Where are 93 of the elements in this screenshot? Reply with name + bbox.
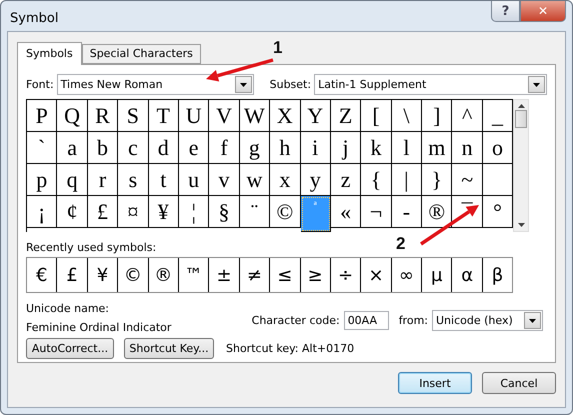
scroll-up-icon[interactable] [518,104,525,108]
recent-symbol[interactable]: β [482,258,512,292]
tab[interactable]: Symbols [17,42,82,65]
symbol-cell[interactable]: c [118,132,149,164]
symbol-cell[interactable]: § [209,196,240,228]
subset-label: Subset: [270,78,312,91]
symbol-cell[interactable]: U [178,100,210,132]
annotation-arrow [206,58,274,82]
symbol-cell[interactable]: ~ [452,164,483,196]
autocorrect-button[interactable]: AutoCorrect... [26,338,114,359]
symbol-cell[interactable]: m [422,132,452,164]
symbol-cell[interactable]: ¤ [118,196,149,228]
symbol-cell[interactable]: P [27,100,58,132]
from-label: from: [398,314,428,327]
symbol-cell[interactable]: Q [57,100,88,132]
symbol-cell[interactable]: ¡ [27,196,58,228]
symbol-cell[interactable]: k [361,132,392,164]
symbol-cell[interactable]: Y [300,100,331,132]
caret-icon [529,318,536,322]
symbol-cell[interactable]: d [148,132,179,164]
symbol-cell[interactable]: S [118,100,149,132]
symbol-cell[interactable]: w [240,164,270,196]
symbol-cell[interactable]: b [88,132,118,164]
symbol-cell[interactable]: a [57,132,88,164]
symbol-cell[interactable]: p [27,164,58,196]
symbol-cell[interactable]: V [209,100,240,132]
symbol-cell[interactable]: x [270,164,301,196]
scrollbar[interactable] [513,99,530,232]
symbol-cell[interactable]: v [209,164,240,196]
unicode-name-value: Feminine Ordinal Indicator [26,321,172,334]
symbol-cell[interactable]: T [148,100,179,132]
symbol-cell[interactable]: o [482,132,514,164]
symbol-cell[interactable]: y [300,164,331,196]
caret-icon [240,82,247,86]
symbol-cell[interactable]: ¨ [240,196,270,228]
symbol-cell[interactable]: e [178,132,210,164]
dialog-button[interactable]: Insert [398,372,472,394]
symbol-cell[interactable]: « [330,196,362,228]
symbol-cell[interactable]: Z [330,100,362,132]
symbol-cell[interactable]: ¦ [178,196,210,228]
symbol-cell[interactable]: [ [361,100,392,132]
symbol-cell[interactable]: i [300,132,331,164]
unicode-name-label: Unicode name: [26,302,110,315]
symbol-cell[interactable]: \ [392,100,422,132]
scroll-thumb[interactable] [515,110,528,128]
annotation-number: 2 [396,234,406,253]
symbol-cell[interactable]: h [270,132,301,164]
symbol-cell[interactable]: s [118,164,149,196]
from-dropdown[interactable]: Unicode (hex) [432,310,543,331]
tab[interactable]: Special Characters [82,44,201,64]
symbol-cell[interactable]: ¢ [57,196,88,228]
symbol-cell[interactable]: ] [422,100,452,132]
symbol-cell[interactable]: © [270,196,301,228]
symbol-cell[interactable]: ^ [452,100,483,132]
symbol-cell[interactable]: j [330,132,362,164]
symbol-cell[interactable]: X [270,100,301,132]
window-title: Symbol [10,10,58,26]
symbol-cell[interactable]: ¬ [361,196,392,228]
symbol-cell[interactable]: ` [27,132,58,164]
annotation-number: 1 [273,38,282,57]
symbol-cell[interactable]: n [452,132,483,164]
symbol-cell[interactable]: u [178,164,210,196]
symbol-cell[interactable]: l [392,132,422,164]
symbol-cell[interactable]: ® [422,196,452,228]
font-dropdown[interactable]: Times New Roman [56,74,254,95]
symbol-cell[interactable]: q [57,164,88,196]
character-code-field[interactable]: 00AA [344,311,389,330]
character-code-label: Character code: [252,314,340,327]
shortcut-key-text: Shortcut key: Alt+0170 [226,342,354,355]
symbol-cell[interactable]: g [240,132,270,164]
symbol-cell[interactable]: - [392,196,422,228]
annotation-arrow [420,205,479,246]
symbol-cell[interactable]: z [330,164,362,196]
symbol-cell[interactable]: { [361,164,392,196]
caret-icon [533,82,540,86]
symbol-cell[interactable]: ¥ [148,196,179,228]
dialog-button[interactable]: Cancel [482,372,556,394]
symbol-cell[interactable]: t [148,164,179,196]
symbol-cell[interactable]: £ [88,196,118,228]
symbol-cell[interactable]: | [392,164,422,196]
symbol-cell[interactable]: _ [482,100,514,132]
subset-dropdown[interactable]: Latin-1 Supplement [314,74,547,95]
symbol-cell[interactable]: } [422,164,452,196]
symbol-cell[interactable]: ° [482,196,514,228]
scroll-down-icon[interactable] [518,223,525,227]
font-label: Font: [26,78,54,91]
help-button[interactable]: ? [491,1,520,22]
shortcut-key-button[interactable]: Shortcut Key... [124,338,214,359]
symbol-cell[interactable]: f [209,132,240,164]
symbol-cell[interactable]: r [88,164,118,196]
recent-symbols-label: Recently used symbols: [26,241,156,254]
symbol-cell[interactable]: R [88,100,118,132]
symbol-cell[interactable]: W [240,100,270,132]
